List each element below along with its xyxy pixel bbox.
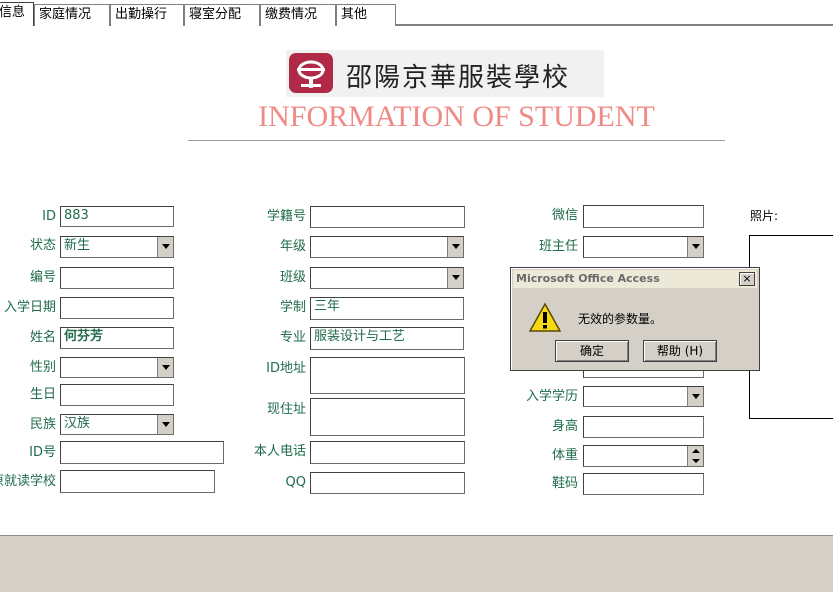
head-teacher-dropdown-arrow-icon[interactable] — [687, 237, 703, 257]
weight-spin-buttons[interactable] — [687, 446, 703, 466]
ethnicity-value: 汉族 — [64, 416, 91, 431]
student-no-field[interactable] — [310, 206, 465, 228]
schooling-field[interactable]: 三年 — [310, 297, 464, 320]
label-education: 入学学历 — [525, 389, 578, 404]
dialog-message: 无效的参数量。 — [578, 312, 663, 326]
class-dropdown-arrow-icon[interactable] — [447, 268, 463, 288]
education-dropdown-arrow-icon[interactable] — [687, 387, 703, 406]
label-gender: 性别 — [29, 360, 56, 375]
photo-frame[interactable] — [749, 235, 833, 419]
head-teacher-select[interactable] — [583, 236, 704, 258]
label-student-no: 学籍号 — [266, 209, 306, 224]
form-footer — [0, 535, 833, 592]
status-dropdown-arrow-icon[interactable] — [157, 237, 173, 257]
close-icon[interactable]: × — [739, 272, 755, 286]
spin-down-icon[interactable] — [692, 459, 700, 463]
label-wechat: 微信 — [551, 208, 578, 223]
label-former-school: 原就读学校 — [0, 474, 56, 489]
tab-dormitory[interactable]: 寝室分配 — [184, 4, 260, 26]
tab-other[interactable]: 其他 — [336, 4, 396, 26]
grade-select[interactable] — [310, 236, 464, 258]
current-address-field[interactable] — [310, 398, 465, 436]
gender-dropdown-arrow-icon[interactable] — [157, 358, 173, 377]
help-button[interactable]: 帮助 (H) — [643, 340, 717, 362]
label-name: 姓名 — [29, 330, 56, 345]
label-birthday: 生日 — [29, 387, 56, 402]
name-field[interactable]: 何芬芳 — [60, 327, 174, 349]
warning-icon — [529, 302, 561, 332]
headline-divider — [188, 140, 725, 141]
ethnicity-select[interactable]: 汉族 — [60, 414, 174, 435]
label-weight: 体重 — [551, 448, 578, 463]
birthday-field[interactable] — [60, 384, 174, 406]
label-ethnicity: 民族 — [29, 417, 56, 432]
label-id: ID — [42, 209, 56, 224]
phone-field[interactable] — [310, 441, 465, 464]
tab-payment[interactable]: 缴费情况 — [260, 4, 336, 26]
label-grade: 年级 — [279, 239, 306, 254]
id-address-field[interactable] — [310, 357, 465, 394]
school-logo: 邵陽京華服裝學校 — [286, 50, 604, 97]
tab-info[interactable]: 信息 — [0, 2, 34, 26]
qq-field[interactable] — [310, 472, 465, 494]
height-field[interactable] — [583, 416, 704, 438]
label-id-address: ID地址 — [266, 361, 306, 376]
enroll-date-field[interactable] — [60, 297, 174, 319]
tab-family[interactable]: 家庭情况 — [34, 4, 110, 26]
label-status: 状态 — [29, 238, 56, 253]
label-qq: QQ — [285, 475, 306, 490]
label-phone: 本人电话 — [253, 444, 306, 459]
label-schooling: 学制 — [279, 300, 306, 315]
wechat-field[interactable] — [583, 205, 704, 228]
school-emblem-icon — [289, 53, 333, 93]
grade-dropdown-arrow-icon[interactable] — [447, 237, 463, 257]
error-dialog: Microsoft Office Access × 无效的参数量。 确定 帮助 … — [510, 267, 760, 371]
label-enroll-date: 入学日期 — [3, 300, 56, 315]
tab-bar: 信息 家庭情况 出勤操行 寝室分配 缴费情况 其他 — [0, 0, 833, 26]
label-photo: 照片: — [750, 209, 779, 223]
former-school-field[interactable] — [60, 470, 215, 493]
weight-stepper[interactable] — [583, 445, 704, 467]
status-value: 新生 — [64, 238, 91, 253]
label-head-teacher: 班主任 — [538, 239, 578, 254]
label-current-address: 现住址 — [266, 402, 306, 417]
id-number-field[interactable] — [60, 441, 224, 464]
page-headline: INFORMATION OF STUDENT — [258, 100, 655, 133]
gender-select[interactable] — [60, 357, 174, 378]
label-major: 专业 — [279, 330, 306, 345]
school-name: 邵陽京華服裝學校 — [346, 63, 571, 93]
ethnicity-dropdown-arrow-icon[interactable] — [157, 415, 173, 434]
ok-button[interactable]: 确定 — [555, 340, 629, 362]
label-code: 编号 — [29, 270, 56, 285]
id-field[interactable]: 883 — [60, 206, 174, 227]
label-class: 班级 — [279, 270, 306, 285]
class-select[interactable] — [310, 267, 464, 289]
label-shoe-size: 鞋码 — [551, 476, 578, 491]
tab-attendance[interactable]: 出勤操行 — [110, 4, 184, 26]
spin-up-icon[interactable] — [692, 449, 700, 453]
code-field[interactable] — [60, 267, 174, 289]
major-field[interactable]: 服装设计与工艺 — [310, 327, 464, 350]
label-height: 身高 — [551, 419, 578, 434]
dialog-title: Microsoft Office Access — [513, 270, 757, 288]
label-id-number: ID号 — [29, 445, 56, 460]
education-select[interactable] — [583, 386, 704, 407]
status-select[interactable]: 新生 — [60, 236, 174, 258]
shoe-size-field[interactable] — [583, 473, 704, 495]
